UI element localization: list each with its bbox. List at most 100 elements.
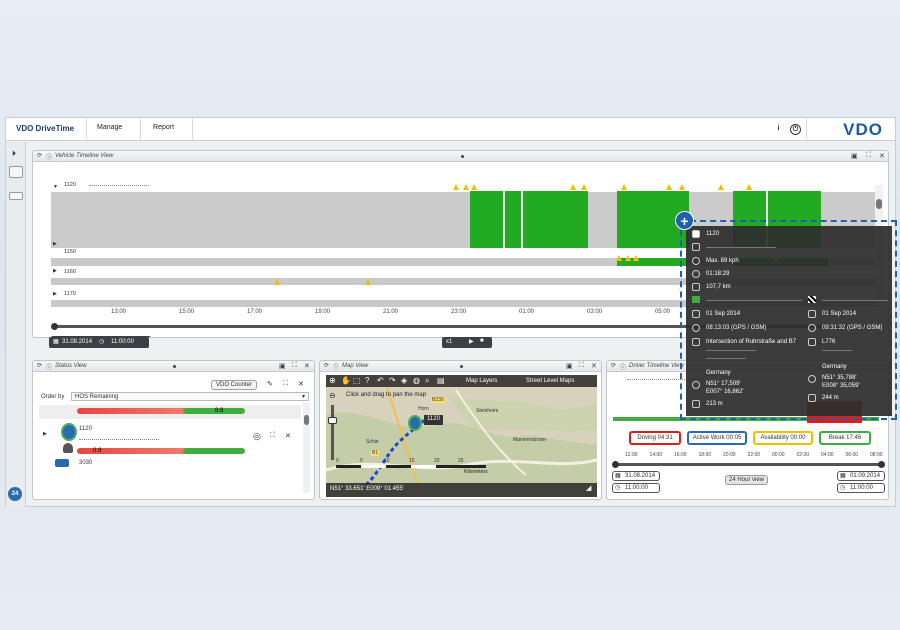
24-hour-view-button[interactable]: 24 Hour view — [725, 475, 769, 485]
map-canvas[interactable]: ⊕ ✋ ⬚ ? ↶ ↷ ◈ ◍ ⌕ ▤ Map Layers Street Le… — [326, 375, 597, 497]
calendar-icon[interactable]: ▦ — [615, 472, 621, 479]
expand-icon[interactable]: ⛶ — [283, 380, 288, 388]
timeline-layout-icon[interactable] — [9, 166, 23, 178]
vehicle-marker-label: 1120 — [424, 415, 443, 425]
order-by-select[interactable]: HOS Remaining ▾ — [71, 392, 309, 401]
map-layers-menu[interactable]: Map Layers — [466, 378, 497, 384]
scrub-handle-start[interactable] — [612, 461, 619, 468]
info-icon[interactable]: ⓘ — [46, 152, 52, 161]
clock-icon[interactable]: ◷ — [99, 338, 104, 345]
driving-badge[interactable]: Driving 04:31 — [629, 431, 681, 445]
warning-icon[interactable] — [666, 184, 672, 190]
search-icon[interactable]: ⌕ — [425, 376, 429, 386]
timeline-scrubber[interactable] — [615, 463, 883, 466]
clock-icon[interactable]: ◷ — [840, 484, 845, 491]
order-by-label: Order by — [41, 394, 65, 400]
panel-title: Status View — [55, 363, 87, 369]
warning-icon[interactable] — [616, 255, 622, 261]
collapse-arrow-icon[interactable]: ▼ — [53, 184, 58, 190]
expand-arrow-icon[interactable]: ▶ — [53, 241, 57, 247]
pan-icon[interactable]: ✋ — [341, 376, 351, 385]
vertical-scrollbar[interactable] — [303, 403, 310, 493]
warning-icon[interactable] — [625, 255, 631, 261]
warning-icon[interactable] — [274, 279, 280, 285]
help-icon[interactable]: ? — [365, 376, 369, 385]
warning-icon[interactable] — [718, 184, 724, 190]
warning-icon[interactable] — [365, 279, 371, 285]
info-icon[interactable]: ⓘ — [46, 362, 52, 371]
altitude-icon — [808, 394, 816, 402]
expand-arrow-icon[interactable]: ▶ — [43, 431, 47, 437]
select-icon[interactable]: ⬚ — [353, 376, 361, 385]
stop-icon[interactable]: ■ — [480, 338, 484, 344]
close-icon[interactable]: ✕ — [298, 380, 304, 388]
warning-icon[interactable] — [746, 184, 752, 190]
warning-icon[interactable] — [581, 184, 587, 190]
vt-time[interactable]: 11:00:00 — [111, 339, 134, 345]
close-icon[interactable]: ✕ — [285, 432, 291, 440]
expand-arrow-icon[interactable]: ▶ — [53, 291, 57, 297]
power-icon[interactable]: ⏻ — [790, 124, 801, 135]
drag-handle-icon[interactable]: ⟳ — [37, 362, 42, 369]
warning-icon[interactable] — [679, 184, 685, 190]
break-badge[interactable]: Break 17:46 — [819, 431, 871, 445]
activity-block[interactable] — [470, 191, 588, 248]
warning-icon[interactable] — [621, 184, 627, 190]
add-detail-icon[interactable]: + — [675, 211, 694, 230]
close-icon[interactable]: ✕ — [879, 152, 885, 160]
info-icon[interactable]: i — [773, 124, 784, 135]
zoom-out-icon[interactable]: ⊖ — [329, 391, 336, 400]
minimize-icon[interactable]: ▣ — [566, 362, 573, 370]
redo-icon[interactable]: ↷ — [389, 376, 396, 385]
layers-icon[interactable]: ◈ — [401, 376, 407, 385]
panel-header: ⟳ ⓘ Map View ▣ ⛶ ✕ — [320, 361, 601, 372]
expand-arrow-icon[interactable]: ▶ — [53, 268, 57, 274]
target-icon[interactable]: ◎ — [253, 431, 261, 442]
maximize-icon[interactable]: ⛶ — [866, 152, 871, 160]
undo-icon[interactable]: ↶ — [377, 376, 384, 385]
expand-icon[interactable]: ⏵ — [12, 149, 16, 159]
warning-icon[interactable] — [471, 184, 477, 190]
maximize-icon[interactable]: ⛶ — [292, 362, 297, 370]
drag-handle-icon[interactable]: ⟳ — [611, 362, 616, 369]
edit-icon[interactable]: ✎ — [267, 380, 273, 388]
layout-icon[interactable] — [9, 192, 23, 200]
hour-tick: 23:00 — [451, 309, 467, 315]
drag-handle-icon[interactable]: ⟳ — [37, 152, 42, 159]
scrub-handle-end[interactable] — [878, 461, 885, 468]
warning-icon[interactable] — [570, 184, 576, 190]
active-work-badge[interactable]: Active Work 00:05 — [687, 431, 747, 445]
warning-icon[interactable] — [633, 255, 639, 261]
speed-select[interactable]: x1 — [446, 339, 452, 345]
chevron-down-icon: ▾ — [301, 394, 305, 400]
resize-icon[interactable]: ◢ — [586, 484, 591, 492]
zoom-slider[interactable] — [328, 405, 337, 460]
minimize-icon[interactable]: ▣ — [279, 362, 286, 370]
info-icon[interactable]: ⓘ — [620, 362, 626, 371]
warning-icon[interactable] — [453, 184, 459, 190]
close-icon[interactable]: ✕ — [591, 362, 597, 370]
zoom-in-icon[interactable]: ⊕ — [329, 376, 336, 385]
scrub-handle[interactable] — [51, 323, 58, 330]
nav-manage[interactable]: Manage — [97, 124, 122, 131]
availability-badge[interactable]: Availability 00:00 — [753, 431, 813, 445]
vehicle-marker[interactable] — [408, 415, 422, 431]
nav-report[interactable]: Report — [153, 124, 174, 131]
calendar-icon[interactable]: ▦ — [840, 472, 846, 479]
close-icon[interactable]: ✕ — [304, 362, 310, 370]
globe-icon[interactable]: ◍ — [413, 376, 420, 385]
vdo-counter-button[interactable]: VDO Counter — [211, 380, 258, 390]
expand-icon[interactable]: ⛶ — [270, 432, 275, 440]
hours-badge[interactable]: 24 — [8, 487, 22, 501]
vt-date[interactable]: 31.08.2014 — [62, 339, 92, 345]
play-icon[interactable]: ▶ — [469, 338, 474, 345]
maximize-icon[interactable]: ⛶ — [579, 362, 584, 370]
map-type-menu[interactable]: Street Level Maps — [526, 378, 574, 384]
map-settings-icon[interactable]: ▤ — [437, 376, 445, 385]
clock-icon[interactable]: ◷ — [615, 484, 620, 491]
minimize-icon[interactable]: ▣ — [851, 152, 858, 160]
drag-handle-icon[interactable]: ⟳ — [324, 362, 329, 369]
calendar-icon[interactable]: ▦ — [53, 338, 59, 345]
warning-icon[interactable] — [463, 184, 469, 190]
info-icon[interactable]: ⓘ — [333, 362, 339, 371]
